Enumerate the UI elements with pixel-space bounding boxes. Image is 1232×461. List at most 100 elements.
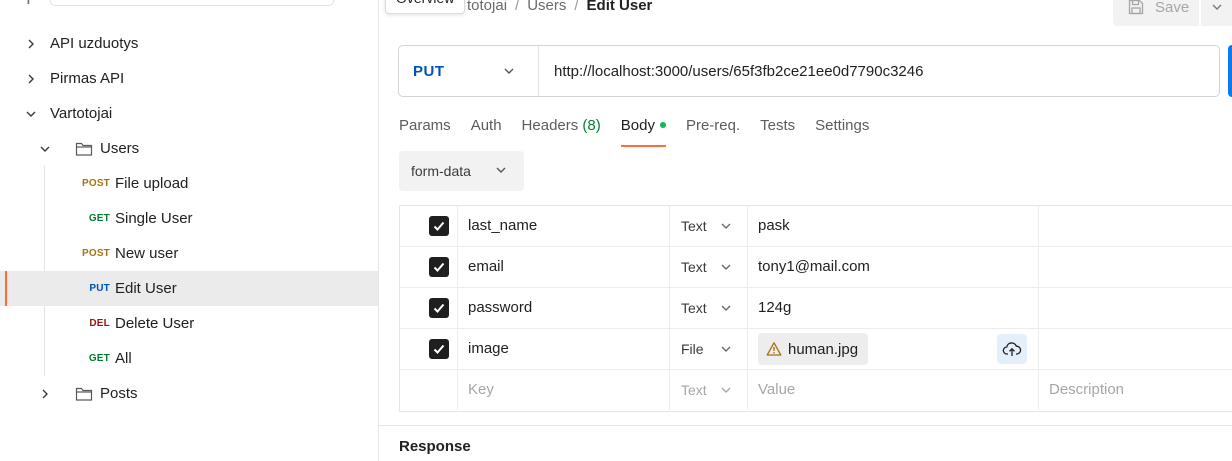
more-icon[interactable]: ooo (345, 0, 368, 2)
upload-file-button[interactable] (997, 334, 1027, 364)
chevron-right-icon[interactable] (38, 387, 52, 401)
folder-posts[interactable]: Posts (0, 376, 378, 411)
request-file-upload[interactable]: POST File upload (0, 166, 378, 201)
key-placeholder[interactable]: Key (468, 381, 494, 398)
body-type-value: form-data (411, 163, 471, 179)
url-input[interactable]: http://localhost:3000/users/65f3fb2ce21e… (554, 63, 923, 80)
body-type-select[interactable]: form-data (399, 151, 524, 191)
file-chip[interactable]: human.jpg (758, 333, 869, 365)
send-button[interactable] (1228, 45, 1232, 97)
row-checkbox[interactable] (429, 339, 449, 359)
breadcrumb: totojai / Users / Edit User (467, 0, 652, 14)
value-placeholder[interactable]: Value (758, 381, 795, 398)
request-editor: totojai/Users/Edit User Overview Save PU… (379, 0, 1232, 461)
chevron-down-icon (496, 167, 506, 173)
request-all[interactable]: GET All (0, 341, 378, 376)
method-badge: POST (81, 248, 110, 259)
type-value: Text (681, 300, 707, 316)
modified-dot-icon (659, 122, 666, 129)
request-single-user[interactable]: GET Single User (0, 201, 378, 236)
description-cell[interactable] (1039, 329, 1232, 369)
row-checkbox[interactable] (429, 216, 449, 236)
type-select[interactable]: File (670, 329, 748, 369)
table-row: last_name Text pask (400, 206, 1232, 247)
save-options-button[interactable] (1201, 0, 1232, 26)
chevron-right-icon[interactable] (24, 37, 38, 51)
method-badge: GET (88, 353, 110, 364)
type-select[interactable]: Text (670, 288, 748, 328)
description-cell[interactable] (1039, 247, 1232, 287)
folder-icon (75, 387, 93, 401)
breadcrumb-folder[interactable]: Users (527, 0, 566, 14)
value-cell[interactable]: tony1@mail.com (758, 258, 870, 275)
key-cell[interactable]: password (468, 299, 532, 316)
key-cell[interactable]: image (468, 340, 509, 357)
description-placeholder[interactable]: Description (1049, 381, 1124, 398)
request-label: Single User (115, 210, 193, 227)
description-cell[interactable] (1039, 288, 1232, 328)
type-select[interactable]: Text (670, 370, 748, 410)
response-title: Response (399, 438, 471, 455)
overview-tooltip: Overview (385, 0, 466, 14)
breadcrumb-request[interactable]: Edit User (587, 0, 653, 14)
tab-params[interactable]: Params (399, 117, 451, 147)
row-checkbox[interactable] (429, 257, 449, 277)
sidebar-toolbar: + ≑ ooo (0, 0, 379, 16)
method-badge: DEL (89, 318, 110, 329)
file-name: human.jpg (788, 340, 859, 358)
type-select[interactable]: Text (670, 247, 748, 287)
type-placeholder: Text (681, 382, 707, 398)
tab-body[interactable]: Body (620, 117, 667, 147)
key-cell[interactable]: email (468, 258, 504, 275)
chevron-down-icon (721, 223, 731, 229)
chevron-down-icon (721, 387, 731, 393)
request-label: All (115, 350, 132, 367)
response-divider[interactable] (379, 425, 1232, 426)
check-icon (433, 262, 445, 272)
save-label: Save (1155, 0, 1190, 16)
collection-api-uzduotys[interactable]: API uzduotys (0, 26, 378, 61)
save-button[interactable]: Save (1113, 0, 1199, 26)
request-new-user[interactable]: POST New user (0, 236, 378, 271)
type-select[interactable]: Text (670, 206, 748, 246)
collection-vartotojai[interactable]: Vartotojai (0, 96, 378, 131)
url-bar: PUT http://localhost:3000/users/65f3fb2c… (398, 45, 1220, 97)
breadcrumb-collection[interactable]: totojai (467, 0, 507, 14)
chevron-down-icon[interactable] (24, 107, 38, 121)
save-icon (1128, 0, 1144, 15)
folder-users[interactable]: Users (0, 131, 378, 166)
request-delete-user[interactable]: DEL Delete User (0, 306, 378, 341)
chevron-down-icon[interactable] (38, 142, 52, 156)
row-checkbox[interactable] (429, 298, 449, 318)
check-icon (433, 221, 445, 231)
tab-auth[interactable]: Auth (471, 117, 502, 147)
sidebar: + ≑ ooo API uzduotys Pirmas API Vartotoj… (0, 0, 379, 461)
tab-tests[interactable]: Tests (760, 117, 795, 147)
tab-settings[interactable]: Settings (815, 117, 869, 147)
headers-count: (8) (582, 117, 601, 134)
check-icon (433, 344, 445, 354)
folder-icon (75, 142, 93, 156)
method-select[interactable]: PUT (399, 46, 539, 96)
check-icon (433, 303, 445, 313)
method-badge: POST (81, 178, 110, 189)
filter-input[interactable]: ≑ (50, 0, 334, 6)
value-cell[interactable]: pask (758, 217, 790, 234)
description-cell[interactable] (1039, 206, 1232, 246)
request-tabs: Params Auth Headers (8) Body Pre-req. Te… (399, 117, 889, 147)
tab-headers[interactable]: Headers (8) (522, 117, 601, 147)
collection-pirmas-api[interactable]: Pirmas API (0, 61, 378, 96)
value-cell[interactable]: 124g (758, 299, 791, 316)
chevron-down-icon (1212, 4, 1222, 10)
new-param-row: Key Text Value Description (400, 370, 1232, 411)
key-cell[interactable]: last_name (468, 217, 537, 234)
type-value: File (681, 341, 704, 357)
tab-body-label: Body (620, 117, 655, 134)
plus-icon[interactable]: + (22, 0, 35, 10)
request-label: New user (115, 245, 179, 262)
folder-label: Posts (100, 385, 138, 402)
chevron-right-icon[interactable] (24, 72, 38, 86)
request-label: Delete User (115, 315, 195, 332)
request-edit-user[interactable]: PUT Edit User (0, 271, 378, 306)
tab-prereq[interactable]: Pre-req. (686, 117, 740, 147)
